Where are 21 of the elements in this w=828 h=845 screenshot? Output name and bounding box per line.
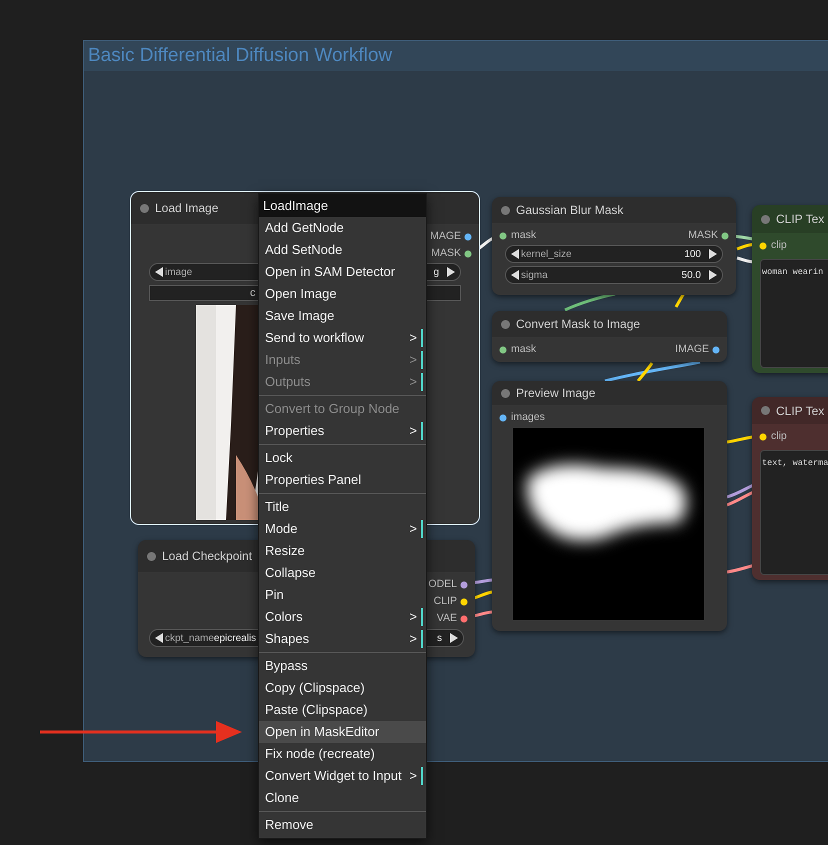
output-label: VAE <box>436 610 457 626</box>
group-title: Basic Differential Diffusion Workflow <box>88 44 392 68</box>
node-title: Load Checkpoint <box>162 548 252 565</box>
node-title: Gaussian Blur Mask <box>516 202 624 219</box>
input-label: mask <box>511 342 536 357</box>
node-title: Preview Image <box>516 385 596 402</box>
input-label: mask <box>511 228 536 243</box>
input-label: images <box>511 410 545 425</box>
input-label: clip <box>771 428 787 444</box>
menu-title: LoadImage <box>263 196 328 215</box>
output-label: ODEL <box>428 576 457 592</box>
output-label: IMAGE <box>675 342 709 357</box>
output-label: MAGE <box>430 228 461 244</box>
node-title: CLIP Tex <box>776 402 824 420</box>
output-label: CLIP <box>434 594 457 609</box>
output-label: MASK <box>431 246 461 261</box>
node-title: Convert Mask to Image <box>516 316 640 333</box>
node-title: CLIP Tex <box>776 211 824 228</box>
output-label: MASK <box>688 228 718 243</box>
input-label: clip <box>771 238 787 253</box>
node-title: Load Image <box>155 200 218 217</box>
